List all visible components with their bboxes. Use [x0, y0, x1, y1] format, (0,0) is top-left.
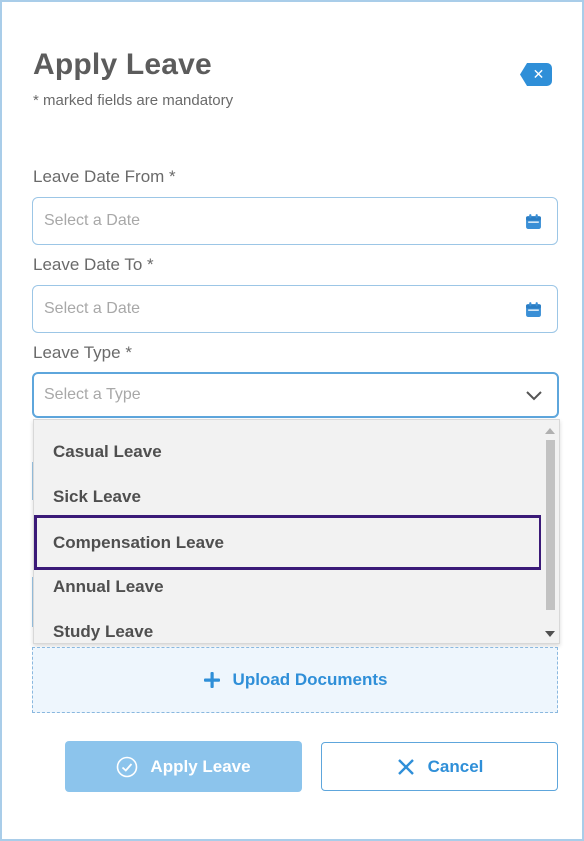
option-annual-leave[interactable]: Annual Leave [34, 564, 542, 609]
leave-type-dropdown[interactable]: Casual Leave Sick Leave Compensation Lea… [33, 419, 560, 644]
date-from-input[interactable]: Select a Date [32, 197, 558, 245]
x-icon [397, 758, 414, 775]
option-study-leave[interactable]: Study Leave [34, 609, 542, 643]
date-from-placeholder: Select a Date [44, 212, 141, 229]
option-sick-leave[interactable]: Sick Leave [34, 474, 542, 519]
apply-leave-button[interactable]: Apply Leave [65, 741, 302, 792]
check-circle-icon [117, 756, 138, 777]
scroll-up-arrow-icon[interactable] [545, 428, 555, 434]
modal-title: Apply Leave [33, 48, 212, 81]
dropdown-scrollbar[interactable] [541, 420, 559, 643]
mandatory-note: * marked fields are mandatory [33, 92, 234, 109]
leave-type-select[interactable]: Select a Type [32, 372, 559, 418]
scroll-thumb[interactable] [546, 440, 555, 610]
leave-type-label: Leave Type * [33, 343, 132, 362]
plus-icon [203, 672, 220, 688]
calendar-icon[interactable] [525, 301, 542, 318]
date-from-label: Leave Date From * [33, 167, 176, 186]
date-to-placeholder: Select a Date [44, 300, 141, 317]
cancel-label: Cancel [427, 756, 484, 776]
upload-documents-label: Upload Documents [232, 670, 388, 689]
scroll-down-arrow-icon[interactable] [545, 631, 555, 637]
option-compensation-leave[interactable]: Compensation Leave [34, 515, 542, 570]
calendar-icon[interactable] [525, 213, 542, 230]
leave-type-placeholder: Select a Type [44, 386, 141, 403]
apply-leave-modal: Apply Leave * marked fields are mandator… [0, 0, 584, 841]
close-icon: ✕ [532, 66, 545, 82]
date-to-label: Leave Date To * [33, 255, 154, 274]
chevron-down-icon [526, 391, 542, 401]
close-button[interactable]: ✕ [520, 63, 552, 86]
option-casual-leave[interactable]: Casual Leave [34, 429, 542, 474]
upload-documents-button[interactable]: Upload Documents [32, 647, 558, 713]
cancel-button[interactable]: Cancel [321, 742, 558, 791]
apply-leave-label: Apply Leave [150, 756, 251, 776]
date-to-input[interactable]: Select a Date [32, 285, 558, 333]
